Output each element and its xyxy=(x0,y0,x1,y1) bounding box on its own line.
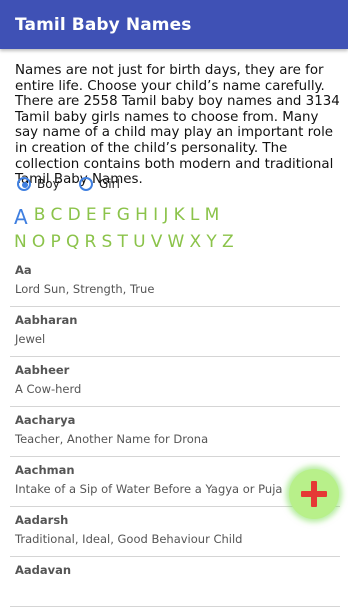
names-list: Aa Lord Sun, Strength, True Aabharan Jewel A… xyxy=(0,257,348,607)
letter-q[interactable]: Q xyxy=(66,232,79,256)
name-meaning: Teacher, Another Name for Drona xyxy=(15,432,209,446)
name-title: Aachman xyxy=(15,463,75,477)
letter-u[interactable]: U xyxy=(133,232,145,256)
letter-r[interactable]: R xyxy=(85,232,97,256)
letter-e[interactable]: E xyxy=(86,205,97,229)
name-title: Aacharya xyxy=(15,413,76,427)
list-item[interactable]: Aabharan Jewel xyxy=(0,307,348,357)
name-meaning: Intake of a Sip of Water Before a Yagya … xyxy=(15,482,283,496)
letter-i[interactable]: I xyxy=(153,205,158,229)
radio-boy-label: Boy xyxy=(37,177,60,191)
letter-w[interactable]: W xyxy=(168,232,185,256)
letter-l[interactable]: L xyxy=(190,205,199,229)
name-meaning: Traditional, Ideal, Good Behaviour Child xyxy=(15,532,243,546)
letter-z[interactable]: Z xyxy=(222,232,234,256)
name-title: Aa xyxy=(15,263,32,277)
letter-m[interactable]: M xyxy=(205,205,220,229)
name-title: Aabharan xyxy=(15,313,78,327)
letter-y[interactable]: Y xyxy=(206,232,216,256)
list-item[interactable]: Aa Lord Sun, Strength, True xyxy=(0,257,348,307)
name-title: Aadavan xyxy=(15,563,72,577)
plus-icon xyxy=(301,481,327,507)
letter-c[interactable]: C xyxy=(51,205,63,229)
list-item[interactable]: Aacharya Teacher, Another Name for Drona xyxy=(0,407,348,457)
app-title: Tamil Baby Names xyxy=(15,15,192,35)
name-meaning: Lord Sun, Strength, True xyxy=(15,282,155,296)
letter-v[interactable]: V xyxy=(151,232,163,256)
letter-x[interactable]: X xyxy=(190,232,202,256)
letter-h[interactable]: H xyxy=(135,205,148,229)
letter-p[interactable]: P xyxy=(50,232,60,256)
app-bar: Tamil Baby Names xyxy=(0,0,348,49)
alphabet-row-2: NOPQRSTUVWXYZ xyxy=(14,232,239,256)
letter-b[interactable]: B xyxy=(34,205,46,229)
alphabet-row-1: ABCDEFGHIJKLM xyxy=(14,205,224,229)
name-title: Aadarsh xyxy=(15,513,69,527)
letter-f[interactable]: F xyxy=(102,205,112,229)
letter-k[interactable]: K xyxy=(174,205,185,229)
radio-checked-icon[interactable] xyxy=(17,177,31,191)
intro-text: Names are not just for birth days, they … xyxy=(15,63,340,188)
letter-a[interactable]: A xyxy=(14,205,28,229)
letter-t[interactable]: T xyxy=(118,232,128,256)
radio-boy[interactable]: Boy xyxy=(17,177,60,191)
letter-g[interactable]: G xyxy=(117,205,130,229)
name-meaning: A Cow-herd xyxy=(15,382,82,396)
list-item[interactable]: Aabheer A Cow-herd xyxy=(0,357,348,407)
letter-n[interactable]: N xyxy=(14,232,27,256)
name-title: Aabheer xyxy=(15,363,70,377)
list-item[interactable]: Aadarsh Traditional, Ideal, Good Behaviou… xyxy=(0,507,348,557)
add-fab-button[interactable] xyxy=(289,469,339,519)
radio-unchecked-icon[interactable] xyxy=(79,177,93,191)
radio-girl[interactable]: Girl xyxy=(79,177,120,191)
letter-s[interactable]: S xyxy=(102,232,113,256)
radio-girl-label: Girl xyxy=(99,177,120,191)
letter-d[interactable]: D xyxy=(68,205,81,229)
letter-o[interactable]: O xyxy=(32,232,45,256)
name-meaning: Jewel xyxy=(15,332,46,346)
list-item[interactable]: Aadavan xyxy=(0,557,348,607)
letter-j[interactable]: J xyxy=(163,205,168,229)
